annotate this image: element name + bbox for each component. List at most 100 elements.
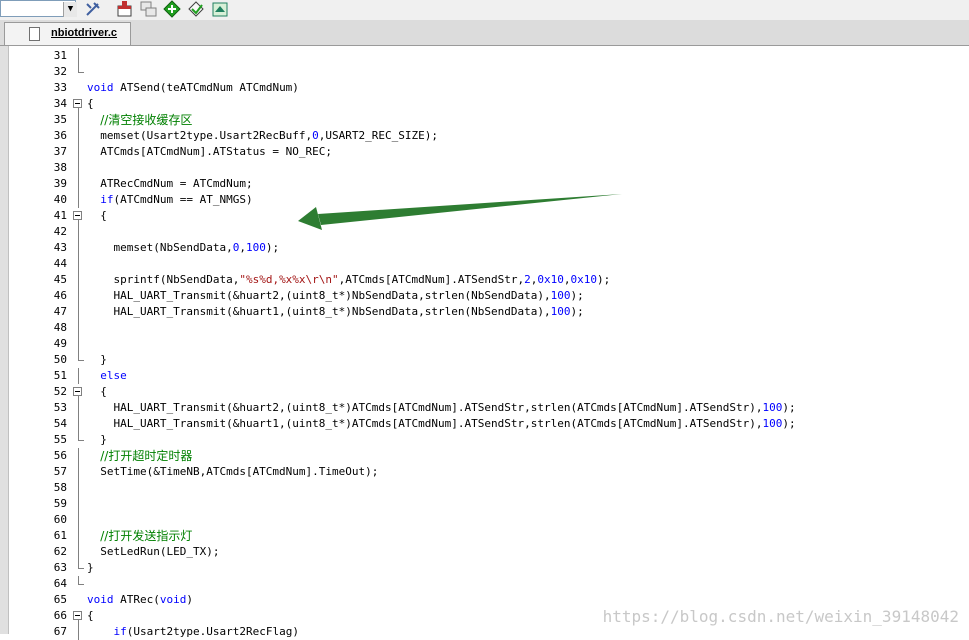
- fold-guide: [73, 192, 85, 208]
- fold-toggle-icon[interactable]: [73, 384, 85, 400]
- fold-guide: [73, 64, 85, 80]
- line-number: 38: [53, 161, 67, 174]
- code-line[interactable]: 52 {: [0, 384, 969, 400]
- line-number: 56: [53, 449, 67, 462]
- fold-guide: [73, 256, 85, 272]
- tab-nbiotdriver[interactable]: nbiotdriver.c: [4, 22, 131, 45]
- code-line[interactable]: 45 sprintf(NbSendData,"%s%d,%x%x\r\n",AT…: [0, 272, 969, 288]
- line-number: 36: [53, 129, 67, 142]
- code-line[interactable]: 36 memset(Usart2type.Usart2RecBuff,0,USA…: [0, 128, 969, 144]
- code-line[interactable]: 39 ATRecCmdNum = ATCmdNum;: [0, 176, 969, 192]
- code-line[interactable]: 51 else: [0, 368, 969, 384]
- code-text: HAL_UART_Transmit(&huart2,(uint8_t*)NbSe…: [87, 288, 584, 304]
- fold-toggle-icon[interactable]: [73, 208, 85, 224]
- code-token: );: [570, 289, 584, 302]
- code-token: ,: [239, 241, 246, 254]
- code-line[interactable]: 38: [0, 160, 969, 176]
- fold-guide: [73, 512, 85, 528]
- code-line[interactable]: 49: [0, 336, 969, 352]
- code-text: {: [87, 384, 107, 400]
- code-line[interactable]: 33 void ATSend(teATCmdNum ATCmdNum): [0, 80, 969, 96]
- code-line[interactable]: 53 HAL_UART_Transmit(&huart2,(uint8_t*)A…: [0, 400, 969, 416]
- code-token: {: [87, 609, 94, 622]
- code-line[interactable]: 64: [0, 576, 969, 592]
- tab-bar: nbiotdriver.c: [0, 20, 969, 46]
- bookmark-icon[interactable]: [187, 0, 205, 18]
- code-line[interactable]: 62 SetLedRun(LED_TX);: [0, 544, 969, 560]
- add-icon[interactable]: [163, 0, 181, 18]
- code-token: (Usart2type.Usart2RecFlag): [126, 625, 299, 638]
- code-token: SetTime(&TimeNB,ATCmds[ATCmdNum].TimeOut…: [87, 465, 379, 478]
- code-token: 100: [245, 241, 266, 254]
- code-line[interactable]: 42: [0, 224, 969, 240]
- line-number: 59: [53, 497, 67, 510]
- code-line[interactable]: 56 //打开超时定时器: [0, 448, 969, 464]
- code-token: );: [596, 273, 611, 286]
- fold-guide: [73, 160, 85, 176]
- code-line[interactable]: 41 {: [0, 208, 969, 224]
- code-line[interactable]: 59: [0, 496, 969, 512]
- code-line[interactable]: 60: [0, 512, 969, 528]
- code-line[interactable]: 48: [0, 320, 969, 336]
- fold-toggle-icon[interactable]: [73, 608, 85, 624]
- code-token: );: [265, 241, 280, 254]
- code-token: (ATCmdNum == AT_NMGS): [113, 193, 253, 206]
- code-line[interactable]: 61 //打开发送指示灯: [0, 528, 969, 544]
- line-number: 60: [53, 513, 67, 526]
- code-line[interactable]: 67 if(Usart2type.Usart2RecFlag): [0, 624, 969, 640]
- code-line[interactable]: 46 HAL_UART_Transmit(&huart2,(uint8_t*)N…: [0, 288, 969, 304]
- code-line[interactable]: 47 HAL_UART_Transmit(&huart1,(uint8_t*)N…: [0, 304, 969, 320]
- fold-guide: [73, 448, 85, 464]
- code-line[interactable]: 31: [0, 48, 969, 64]
- code-text: }: [87, 432, 107, 448]
- line-number: 52: [53, 385, 67, 398]
- tools-icon[interactable]: [84, 0, 102, 18]
- code-text: //清空接收缓存区: [87, 112, 192, 129]
- code-token: if: [113, 625, 127, 638]
- code-text: HAL_UART_Transmit(&huart2,(uint8_t*)ATCm…: [87, 400, 795, 416]
- code-line[interactable]: 50 }: [0, 352, 969, 368]
- code-line[interactable]: 44: [0, 256, 969, 272]
- code-token: HAL_UART_Transmit(&huart1,(uint8_t*)NbSe…: [87, 305, 551, 318]
- code-line[interactable]: 54 HAL_UART_Transmit(&huart1,(uint8_t*)A…: [0, 416, 969, 432]
- fold-toggle-icon[interactable]: [73, 96, 85, 112]
- code-line[interactable]: 43 memset(NbSendData,0,100);: [0, 240, 969, 256]
- code-line[interactable]: 63}: [0, 560, 969, 576]
- code-editor[interactable]: 31 32 33 void ATSend(teATCmdNum ATCmdNum) 34…: [0, 46, 969, 640]
- code-text: else: [87, 368, 127, 384]
- code-text: SetTime(&TimeNB,ATCmds[ATCmdNum].TimeOut…: [87, 464, 378, 480]
- line-number: 57: [53, 465, 67, 478]
- line-number: 63: [53, 561, 67, 574]
- fold-guide: [73, 576, 85, 592]
- code-line[interactable]: 35 //清空接收缓存区: [0, 112, 969, 128]
- code-token: memset(Usart2type.Usart2RecBuff,: [87, 129, 313, 142]
- window-icon[interactable]: [116, 0, 134, 18]
- code-token: ATSend(teATCmdNum ATCmdNum): [113, 81, 299, 94]
- code-token: ATRecCmdNum = ATCmdNum;: [87, 177, 253, 190]
- toolbar-combo-box[interactable]: ▼: [0, 0, 77, 17]
- fold-guide: [73, 432, 85, 448]
- code-line[interactable]: 57 SetTime(&TimeNB,ATCmds[ATCmdNum].Time…: [0, 464, 969, 480]
- code-line[interactable]: 58: [0, 480, 969, 496]
- code-line[interactable]: 32: [0, 64, 969, 80]
- code-line[interactable]: 37 ATCmds[ATCmdNum].ATStatus = NO_REC;: [0, 144, 969, 160]
- code-token: 0: [312, 129, 319, 142]
- line-number: 37: [53, 145, 67, 158]
- code-line[interactable]: 55 }: [0, 432, 969, 448]
- fold-guide: [73, 400, 85, 416]
- fold-guide: [73, 496, 85, 512]
- chevron-down-icon[interactable]: ▼: [63, 2, 77, 17]
- window-tile-icon[interactable]: [140, 0, 158, 18]
- code-line[interactable]: 34 {: [0, 96, 969, 112]
- code-line[interactable]: 40 if(ATCmdNum == AT_NMGS): [0, 192, 969, 208]
- code-line[interactable]: 65 void ATRec(void): [0, 592, 969, 608]
- line-number: 65: [53, 593, 67, 606]
- layers-icon[interactable]: [211, 0, 229, 18]
- fold-guide: [73, 144, 85, 160]
- fold-guide: [73, 224, 85, 240]
